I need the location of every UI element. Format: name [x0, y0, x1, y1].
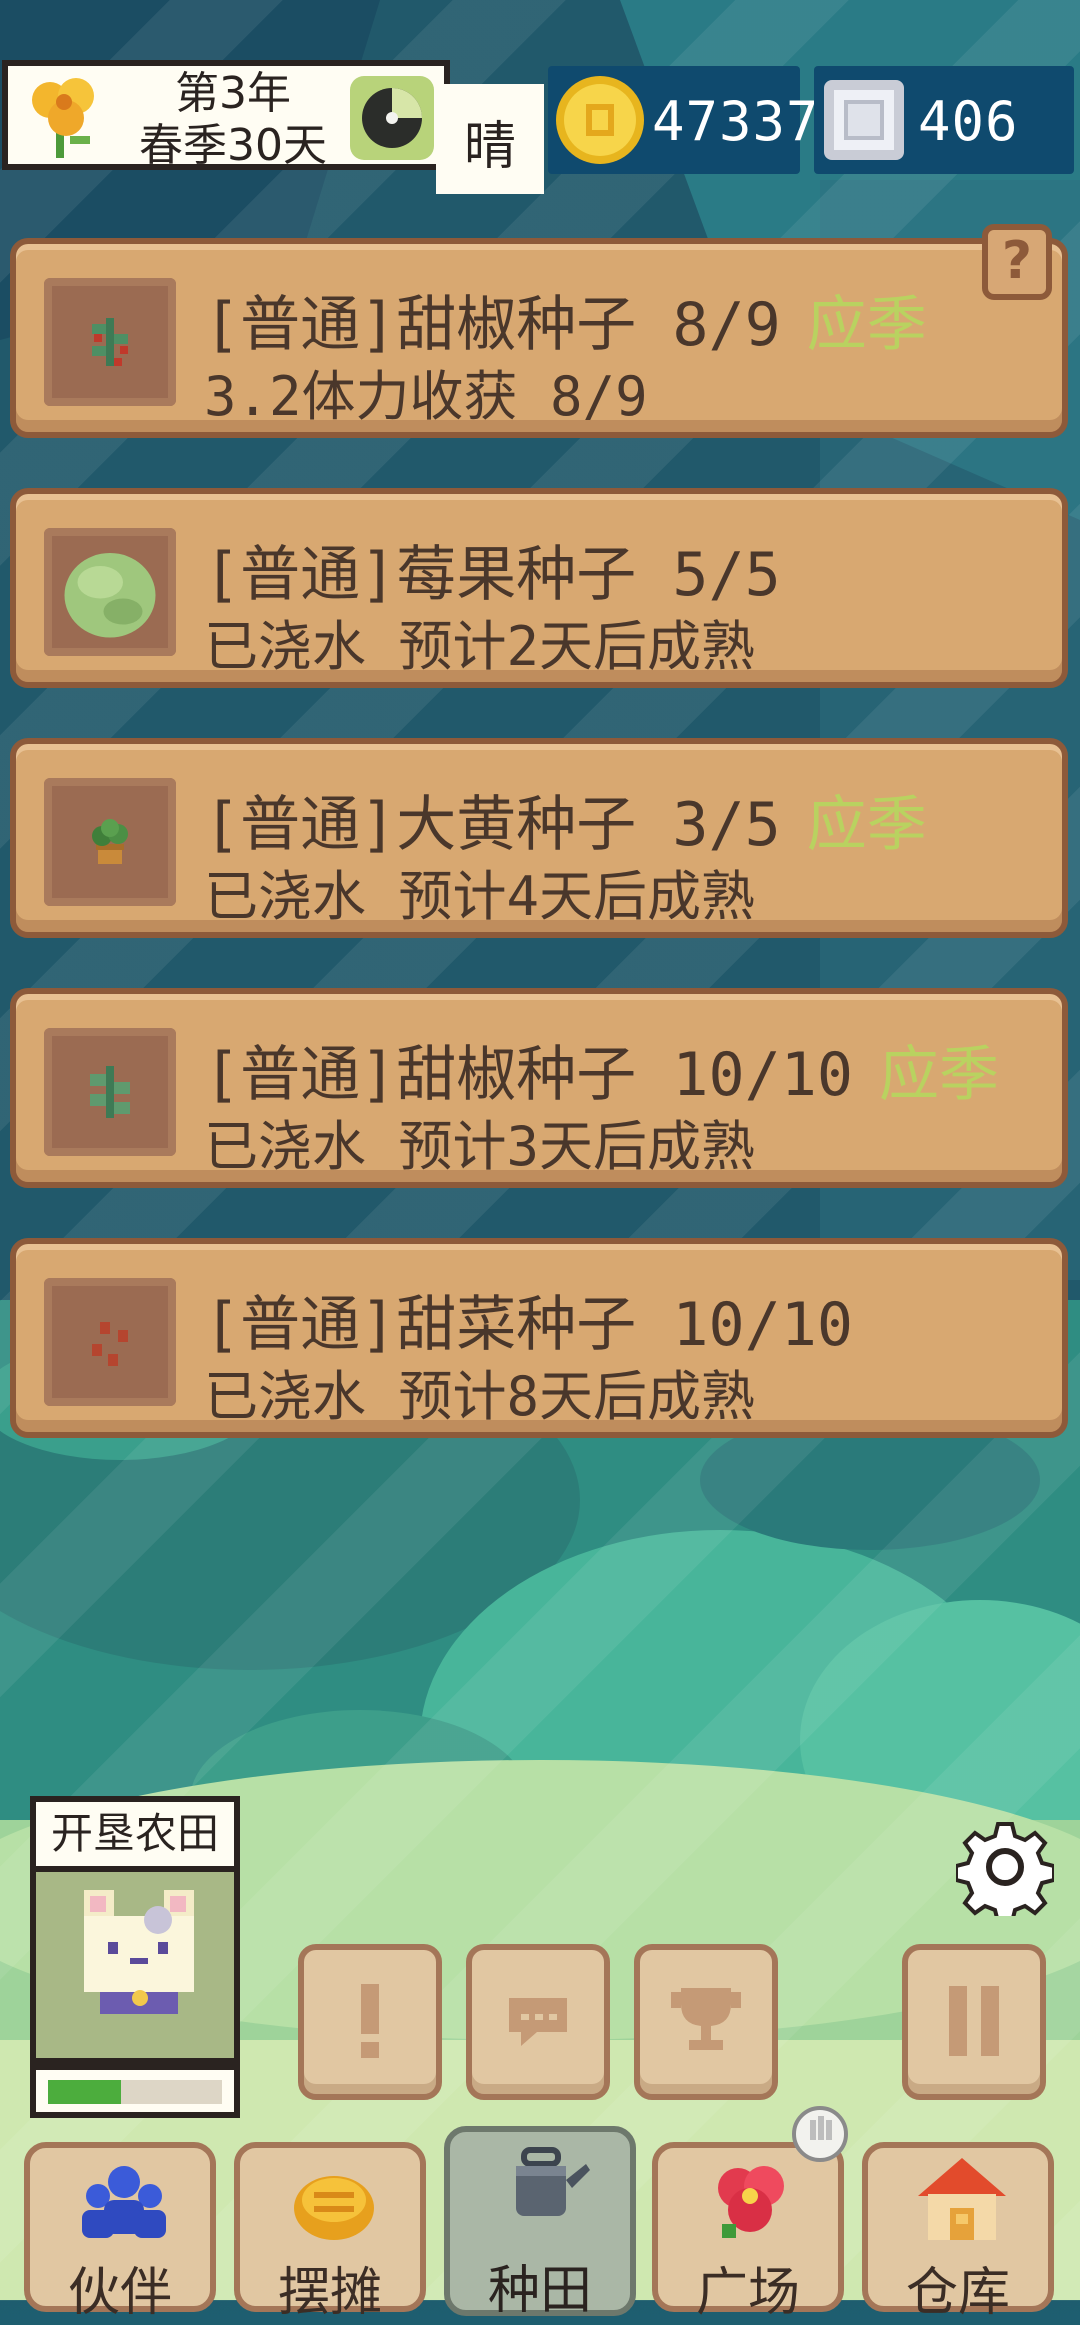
crop-title: [普通]甜椒种子 10/10 [204, 1040, 853, 1110]
season-day-label: 春季30天 [139, 120, 327, 171]
character-task-label: 开垦农田 [30, 1796, 240, 1872]
crop-title: [普通]甜菜种子 10/10 [204, 1290, 853, 1360]
crop-card[interactable]: [普通]莓果种子 5/5 已浇水 预计2天后成熟 [10, 488, 1068, 688]
nav-farming[interactable]: 种田 [444, 2126, 636, 2321]
achievement-button[interactable] [634, 1944, 778, 2100]
nav-partners[interactable]: 伙伴 [24, 2142, 216, 2323]
flower-icon [32, 78, 94, 158]
nav-label: 伙伴 [67, 2263, 172, 2323]
nav-stall[interactable]: 摆摊 [234, 2142, 426, 2323]
nav-label: 摆摊 [277, 2263, 382, 2323]
crop-status: 已浇水 预计4天后成熟 [204, 865, 756, 928]
pepper-sprout-icon [92, 318, 128, 366]
date-panel: 第3年 春季30天 [2, 60, 450, 171]
character-portrait[interactable] [30, 1872, 240, 2064]
gold-counter: 47337 [548, 66, 819, 174]
chat-bubble-icon [509, 1998, 567, 2046]
gem-counter: 406 [814, 66, 1074, 174]
partners-icon [82, 2166, 166, 2238]
notification-hand-icon [792, 2106, 848, 2162]
gem-amount: 406 [918, 90, 1019, 153]
settings-gear-icon[interactable] [956, 1818, 1054, 1916]
trophy-icon [671, 1988, 741, 2050]
crop-slot [44, 778, 176, 906]
pepper-leaf-icon [90, 1066, 130, 1118]
crop-slot [44, 528, 176, 656]
nav-plaza[interactable]: 广场 [652, 2106, 848, 2323]
crop-status: 已浇水 预计3天后成熟 [204, 1115, 756, 1178]
crop-card[interactable]: [普通]甜椒种子 10/10 应季 已浇水 预计3天后成熟 [10, 988, 1068, 1188]
rhubarb-pot-icon [92, 819, 128, 864]
alert-button[interactable] [298, 1944, 442, 2100]
crop-slot [44, 1028, 176, 1156]
energy-fill [48, 2080, 122, 2104]
crop-status: 已浇水 预计2天后成熟 [204, 615, 756, 678]
nav-label: 广场 [695, 2263, 800, 2323]
in-season-tag: 应季 [806, 790, 927, 860]
crop-slot [44, 1278, 176, 1406]
warehouse-icon [918, 2158, 1006, 2240]
weather-label: 晴 [463, 117, 516, 177]
gold-amount: 47337 [652, 90, 820, 153]
gold-coin-icon [556, 76, 644, 164]
crop-card[interactable]: [普通]大黄种子 3/5 应季 已浇水 预计4天后成熟 [10, 738, 1068, 938]
pause-button[interactable] [902, 1944, 1046, 2100]
exclamation-icon [361, 1984, 379, 2058]
crop-title: [普通]大黄种子 3/5 [204, 790, 781, 860]
crop-card[interactable]: [普通]甜椒种子 8/9 应季 3.2体力收获 8/9 [10, 238, 1068, 438]
chat-button[interactable] [466, 1944, 610, 2100]
clock-icon [350, 76, 434, 160]
nav-label: 种田 [487, 2261, 592, 2321]
crop-title: [普通]莓果种子 5/5 [204, 540, 781, 610]
crop-status: 3.2体力收获 8/9 [204, 365, 648, 428]
nav-warehouse[interactable]: 仓库 [862, 2142, 1054, 2323]
berry-bush-icon [64, 553, 156, 638]
crop-card[interactable]: [普通]甜菜种子 10/10 已浇水 预计8天后成熟 [10, 1238, 1068, 1438]
silver-gem-icon [824, 80, 904, 160]
in-season-tag: 应季 [878, 1040, 999, 1110]
stall-icon [294, 2176, 374, 2240]
beet-seed-icon [92, 1322, 128, 1366]
year-label: 第3年 [175, 68, 291, 119]
watering-can-icon [516, 2147, 590, 2216]
cat-avatar-icon [84, 1890, 194, 2014]
crop-title: [普通]甜椒种子 8/9 [204, 290, 781, 360]
crop-status: 已浇水 预计8天后成熟 [204, 1365, 756, 1428]
in-season-tag: 应季 [806, 290, 927, 360]
help-button[interactable]: ? [982, 224, 1052, 300]
plaza-flower-icon [718, 2166, 784, 2238]
energy-track [48, 2080, 222, 2104]
pause-icon [949, 1986, 999, 2056]
crop-slot [44, 278, 176, 406]
energy-bar [30, 2064, 240, 2118]
nav-label: 仓库 [905, 2263, 1010, 2323]
